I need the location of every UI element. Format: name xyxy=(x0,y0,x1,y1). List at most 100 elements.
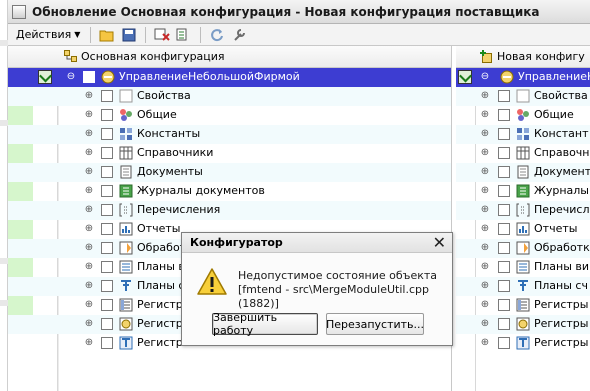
filter-button[interactable] xyxy=(152,26,172,44)
expand-icon[interactable]: ⊕ xyxy=(84,224,94,234)
root-checkbox[interactable] xyxy=(83,71,95,83)
compare-button[interactable] xyxy=(174,26,194,44)
item-checkbox[interactable] xyxy=(498,166,510,178)
expand-icon[interactable]: ⊕ xyxy=(480,300,490,310)
expand-icon[interactable]: ⊕ xyxy=(480,281,490,291)
expand-icon[interactable]: ⊕ xyxy=(84,110,94,120)
actions-menu[interactable]: Действия ▼ xyxy=(12,26,84,44)
main-config-tree-row[interactable]: ⊕ Общие xyxy=(8,106,451,125)
expand-icon[interactable]: ⊕ xyxy=(84,129,94,139)
new-config-header[interactable]: Новая конфигу xyxy=(456,46,590,68)
new-config-tree-row[interactable]: ⊕ Отчеты xyxy=(456,220,590,239)
expand-icon[interactable]: ⊕ xyxy=(480,167,490,177)
item-checkbox[interactable] xyxy=(101,261,113,273)
expand-icon[interactable]: ⊕ xyxy=(84,300,94,310)
expand-icon[interactable]: ⊕ xyxy=(480,91,490,101)
item-checkbox[interactable] xyxy=(101,147,113,159)
new-config-tree-row[interactable]: ⊕ Перечисл xyxy=(456,201,590,220)
main-config-header-label: Основная конфигурация xyxy=(81,50,225,63)
item-checkbox[interactable] xyxy=(498,280,510,292)
expand-icon[interactable]: ⊕ xyxy=(480,148,490,158)
restart-button[interactable]: Перезапустить... xyxy=(326,313,424,335)
expand-icon[interactable]: ⊕ xyxy=(84,186,94,196)
item-checkbox[interactable] xyxy=(498,261,510,273)
item-checkbox[interactable] xyxy=(101,318,113,330)
main-config-tree-row[interactable]: ⊕ Справочники xyxy=(8,144,451,163)
new-config-tree-row[interactable]: ⊕ Свойства xyxy=(456,87,590,106)
main-config-root-row[interactable]: ⊖ УправлениеНебольшойФирмой xyxy=(8,68,451,87)
main-config-tree-row[interactable]: ⊕ Свойства xyxy=(8,87,451,106)
item-checkbox[interactable] xyxy=(101,223,113,235)
expand-icon[interactable]: ⊕ xyxy=(84,148,94,158)
new-config-tree-row[interactable]: ⊕ Планы ви xyxy=(456,258,590,277)
expand-icon[interactable]: ⊕ xyxy=(480,205,490,215)
new-config-root-row[interactable]: ⊖ УправлениеН xyxy=(456,68,590,87)
new-config-tree-row[interactable]: ⊕ Регистры xyxy=(456,334,590,353)
new-config-tree-row[interactable]: ⊕ Констант xyxy=(456,125,590,144)
expand-icon[interactable]: ⊕ xyxy=(480,243,490,253)
expand-icon[interactable]: ⊕ xyxy=(84,262,94,272)
main-config-header[interactable]: Основная конфигурация xyxy=(8,46,451,68)
item-checkbox[interactable] xyxy=(101,204,113,216)
item-checkbox[interactable] xyxy=(498,90,510,102)
item-checkbox[interactable] xyxy=(498,223,510,235)
expand-icon[interactable]: ⊕ xyxy=(480,338,490,348)
new-config-tree-row[interactable]: ⊕ Планы сч xyxy=(456,277,590,296)
item-checkbox[interactable] xyxy=(101,337,113,349)
close-icon[interactable]: ✕ xyxy=(433,234,446,252)
tree-item-label: Планы в xyxy=(137,260,185,273)
main-config-tree-row[interactable]: ⊕ Перечисления xyxy=(8,201,451,220)
expand-icon[interactable]: ⊕ xyxy=(480,110,490,120)
new-config-tree-row[interactable]: ⊕ Общие xyxy=(456,106,590,125)
item-checkbox[interactable] xyxy=(101,185,113,197)
open-button[interactable] xyxy=(97,26,117,44)
item-checkbox[interactable] xyxy=(498,185,510,197)
expand-icon[interactable]: ⊕ xyxy=(480,224,490,234)
item-checkbox[interactable] xyxy=(101,242,113,254)
item-checkbox[interactable] xyxy=(498,299,510,311)
item-checkbox[interactable] xyxy=(101,109,113,121)
collapse-icon[interactable]: ⊖ xyxy=(480,72,490,82)
new-config-tree-row[interactable]: ⊕ Справочн xyxy=(456,144,590,163)
settings-button[interactable] xyxy=(229,26,249,44)
main-config-tree-row[interactable]: ⊕ Документы xyxy=(8,163,451,182)
save-button[interactable] xyxy=(119,26,139,44)
expand-icon[interactable]: ⊕ xyxy=(84,167,94,177)
item-checkbox[interactable] xyxy=(101,166,113,178)
refresh-button[interactable] xyxy=(207,26,227,44)
expand-icon[interactable]: ⊕ xyxy=(84,243,94,253)
main-config-tree-row[interactable]: ⊕ Константы xyxy=(8,125,451,144)
item-checkbox[interactable] xyxy=(498,109,510,121)
main-config-tree-row[interactable]: ⊕ Журналы документов xyxy=(8,182,451,201)
item-checkbox[interactable] xyxy=(498,147,510,159)
item-checkbox[interactable] xyxy=(498,128,510,140)
merge-check-icon[interactable] xyxy=(458,70,472,84)
item-checkbox[interactable] xyxy=(101,280,113,292)
item-checkbox[interactable] xyxy=(498,204,510,216)
expand-icon[interactable]: ⊕ xyxy=(84,338,94,348)
expand-icon[interactable]: ⊕ xyxy=(480,186,490,196)
expand-icon[interactable]: ⊕ xyxy=(84,91,94,101)
collapse-icon[interactable]: ⊖ xyxy=(66,72,76,82)
item-checkbox[interactable] xyxy=(101,299,113,311)
finish-work-button[interactable]: Завершить работу xyxy=(212,311,318,337)
item-checkbox[interactable] xyxy=(101,90,113,102)
new-config-tree-row[interactable]: ⊕ Регистры xyxy=(456,296,590,315)
merge-check-icon[interactable] xyxy=(38,70,52,84)
warning-icon xyxy=(197,268,227,295)
expand-icon[interactable]: ⊕ xyxy=(84,281,94,291)
item-checkbox[interactable] xyxy=(101,128,113,140)
item-checkbox[interactable] xyxy=(498,337,510,349)
new-config-tree-row[interactable]: ⊕ Обработк xyxy=(456,239,590,258)
new-config-tree-row[interactable]: ⊕ Документ xyxy=(456,163,590,182)
expand-icon[interactable]: ⊕ xyxy=(480,129,490,139)
expand-icon[interactable]: ⊕ xyxy=(84,205,94,215)
new-config-tree-row[interactable]: ⊕ Регистры xyxy=(456,315,590,334)
expand-icon[interactable]: ⊕ xyxy=(480,262,490,272)
config-tree-icon xyxy=(64,50,77,62)
expand-icon[interactable]: ⊕ xyxy=(84,319,94,329)
item-checkbox[interactable] xyxy=(498,318,510,330)
item-checkbox[interactable] xyxy=(498,242,510,254)
expand-icon[interactable]: ⊕ xyxy=(480,319,490,329)
new-config-tree-row[interactable]: ⊕ Журналы xyxy=(456,182,590,201)
